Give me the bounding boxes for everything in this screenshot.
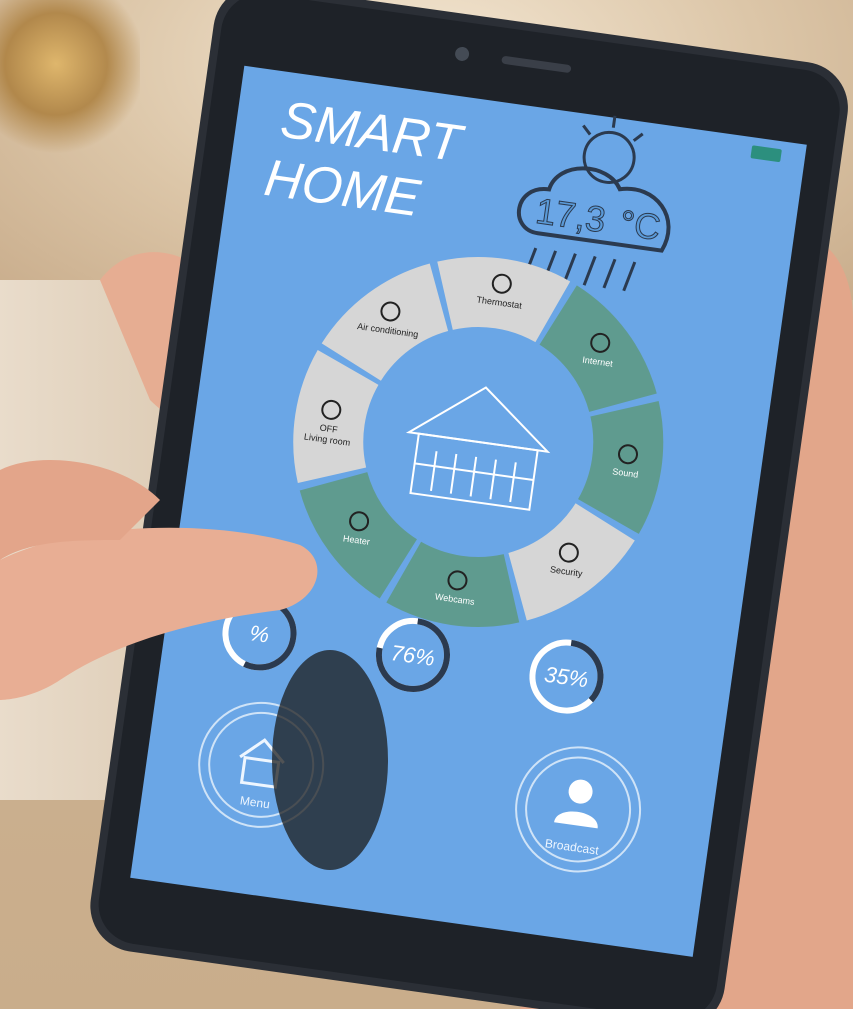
weather-unit: °C bbox=[617, 202, 663, 248]
finger-shadow bbox=[272, 650, 388, 870]
phone-scene: SMART HOME 17,3 °C ThermostatInternetSou… bbox=[0, 0, 853, 1009]
gauge-label: % bbox=[248, 620, 271, 647]
